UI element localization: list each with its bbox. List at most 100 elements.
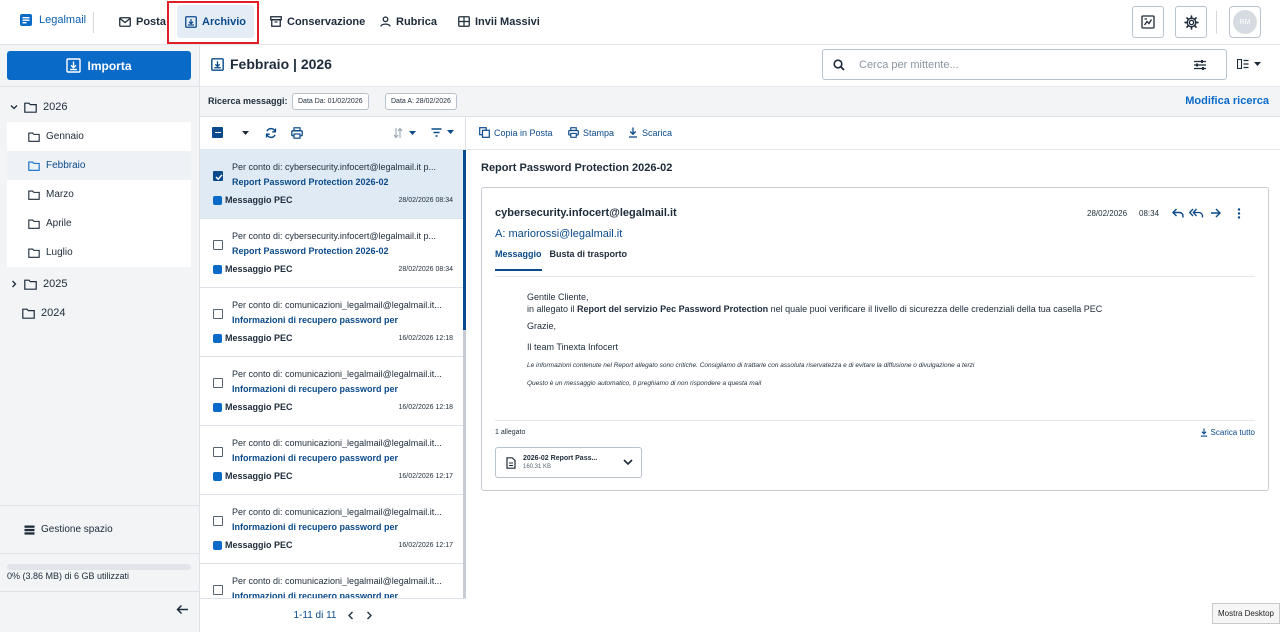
message-subject: Report Password Protection 2026-02 — [232, 177, 389, 187]
list-scrollbar-thumb[interactable] — [463, 150, 466, 330]
message-date: 28/02/2026 08:34 — [398, 266, 454, 273]
search-input[interactable] — [859, 58, 1179, 71]
month-label: Febbraio — [46, 160, 86, 171]
message-subject: Informazioni di recupero password per — [232, 522, 399, 532]
message-checkbox[interactable] — [213, 585, 223, 595]
message-checkbox[interactable] — [213, 309, 223, 319]
print-button[interactable]: Stampa — [568, 127, 614, 138]
tree-month-febbraio[interactable]: Febbraio — [7, 151, 191, 180]
message-subject: Informazioni di recupero password per — [232, 453, 399, 463]
sidebar: Importa 2026 Gennaio Febbraio Marzo Apri… — [0, 45, 200, 632]
message-type-label: Messaggio PEC — [225, 333, 293, 343]
print-icon — [568, 127, 579, 138]
message-date: 28/02/2026 08:34 — [398, 197, 454, 204]
tree-month-luglio[interactable]: Luglio — [7, 238, 191, 267]
tree-year-2026[interactable]: 2026 — [10, 101, 67, 113]
pec-icon — [213, 540, 222, 550]
tree-month-marzo[interactable]: Marzo — [7, 180, 191, 209]
nav-label: Posta — [136, 15, 166, 28]
brand-name: Legalmail — [39, 14, 87, 26]
message-card: cybersecurity.infocert@legalmail.it 28/0… — [481, 187, 1269, 491]
message-sender: Per conto di: cybersecurity.infocert@leg… — [232, 162, 437, 172]
message-list-item[interactable]: Per conto di: cybersecurity.infocert@leg… — [200, 219, 463, 288]
message-list-item[interactable]: Per conto di: comunicazioni_legalmail@le… — [200, 426, 463, 495]
show-desktop-tooltip[interactable]: Mostra Desktop — [1212, 603, 1280, 624]
message-type: Messaggio PEC — [213, 195, 293, 205]
reply-all-icon[interactable] — [1189, 208, 1204, 218]
message-checkbox[interactable] — [213, 171, 223, 181]
filter-chip-date-from[interactable]: Data Da: 01/02/2026 — [292, 93, 369, 110]
settings-button[interactable] — [1175, 6, 1207, 38]
chevron-right-icon[interactable] — [365, 611, 373, 620]
nav-invii-massivi[interactable]: Invii Massivi — [450, 5, 548, 38]
tab-busta-di-trasporto[interactable]: Busta di trasporto — [550, 249, 628, 271]
report-button[interactable] — [1132, 6, 1164, 38]
message-list-item[interactable]: Per conto di: comunicazioni_legalmail@le… — [200, 288, 463, 357]
message-checkbox[interactable] — [213, 378, 223, 388]
body-thanks: Grazie, — [527, 321, 557, 331]
brand-logo[interactable]: Legalmail — [19, 13, 86, 27]
filter-label: Ricerca messaggi: — [208, 96, 288, 106]
forward-icon[interactable] — [1210, 208, 1221, 218]
tree-year-2025[interactable]: 2025 — [10, 278, 67, 290]
import-icon — [66, 58, 82, 73]
body-text: nel quale puoi verificare il livello di … — [770, 304, 1103, 314]
filter-bar: Ricerca messaggi: Data Da: 01/02/2026 Da… — [200, 87, 1280, 117]
message-type-label: Messaggio PEC — [225, 264, 293, 274]
tree-month-gennaio[interactable]: Gennaio — [7, 122, 191, 151]
body-note-1: Le informazioni contenute nel Report all… — [527, 362, 975, 369]
message-checkbox[interactable] — [213, 516, 223, 526]
folder-icon — [28, 132, 40, 142]
nav-rubrica[interactable]: Rubrica — [372, 5, 445, 38]
message-type: Messaggio PEC — [213, 402, 293, 412]
attachment-item[interactable]: 2026-02 Report Pass... 160.31 KB — [495, 447, 642, 478]
filter-sliders-icon[interactable] — [1193, 59, 1207, 71]
brand-divider — [93, 12, 94, 33]
tree-month-aprile[interactable]: Aprile — [7, 209, 191, 238]
message-date: 16/02/2026 12:18 — [398, 335, 454, 342]
reader-toolbar: Copia in Posta Stampa Scarica — [466, 117, 1280, 150]
message-checkbox[interactable] — [213, 447, 223, 457]
message-list-item[interactable]: Per conto di: cybersecurity.infocert@leg… — [200, 150, 463, 219]
page-title: Febbraio | 2026 — [230, 56, 332, 72]
manage-space-button[interactable]: Gestione spazio — [24, 524, 113, 535]
message-date: 16/02/2026 12:17 — [398, 473, 454, 480]
modify-search-link[interactable]: Modifica ricerca — [1185, 95, 1269, 107]
sender-address[interactable]: cybersecurity.infocert@legalmail.it — [495, 207, 677, 219]
nav-conservazione[interactable]: Conservazione — [262, 5, 373, 38]
chevron-left-icon[interactable] — [347, 611, 355, 620]
view-mode-dropdown[interactable] — [1237, 59, 1261, 69]
attachments-count: 1 allegato — [495, 429, 526, 436]
attachment-size: 160.31 KB — [523, 464, 552, 470]
message-list-item[interactable]: Per conto di: comunicazioni_legalmail@le… — [200, 564, 463, 598]
nav-label: Conservazione — [287, 15, 366, 28]
check-icon — [215, 173, 223, 180]
top-bar: Legalmail Posta Archivio Conservazione R… — [0, 0, 1280, 45]
archive-icon — [211, 57, 224, 71]
collapse-sidebar-button[interactable] — [176, 604, 189, 615]
message-checkbox[interactable] — [213, 240, 223, 250]
message-list-item[interactable]: Per conto di: comunicazioni_legalmail@le… — [200, 495, 463, 564]
filter-chip-date-to[interactable]: Data A: 28/02/2026 — [385, 93, 457, 110]
message-type-label: Messaggio PEC — [225, 402, 293, 412]
download-all-link[interactable]: Scarica tutto — [1200, 428, 1255, 437]
tab-messaggio[interactable]: Messaggio — [495, 249, 542, 271]
user-avatar[interactable]: RM — [1229, 6, 1261, 38]
message-sender: Per conto di: comunicazioni_legalmail@le… — [232, 507, 442, 517]
month-label: Luglio — [46, 247, 73, 258]
copy-to-mail-button[interactable]: Copia in Posta — [479, 127, 553, 138]
box-icon — [270, 16, 282, 27]
download-button[interactable]: Scarica — [628, 127, 672, 138]
chevron-down-icon[interactable] — [623, 459, 633, 466]
message-subject: Report Password Protection 2026-02 — [232, 246, 389, 256]
message-list-item[interactable]: Per conto di: comunicazioni_legalmail@le… — [200, 357, 463, 426]
tree-year-2024[interactable]: 2024 — [22, 307, 65, 319]
month-label: Aprile — [46, 218, 72, 229]
reply-icon[interactable] — [1172, 208, 1184, 218]
attachments-divider — [495, 420, 1255, 421]
import-button[interactable]: Importa — [7, 51, 191, 80]
message-list: Per conto di: cybersecurity.infocert@leg… — [200, 117, 463, 598]
nav-posta[interactable]: Posta — [111, 5, 174, 38]
more-vertical-icon[interactable] — [1237, 208, 1241, 219]
search-box — [822, 49, 1227, 80]
